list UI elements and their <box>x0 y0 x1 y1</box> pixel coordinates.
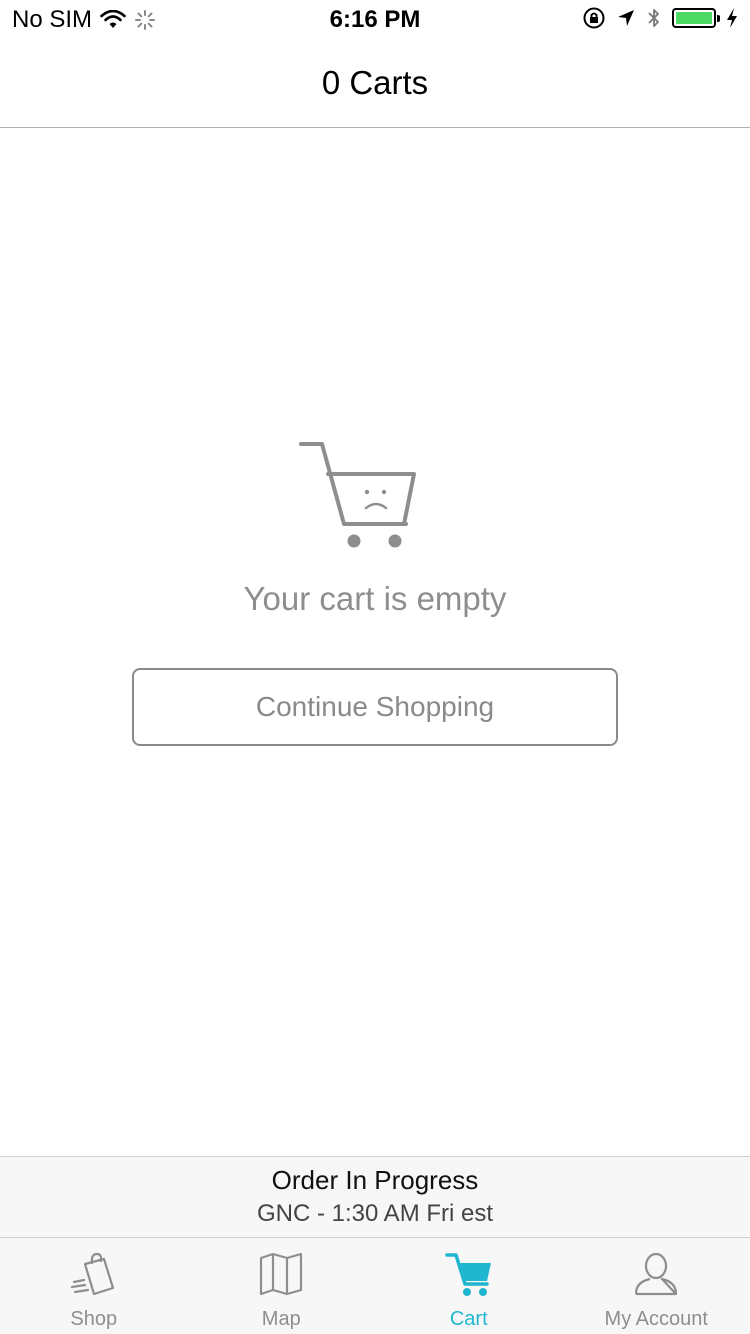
account-icon <box>635 1252 678 1296</box>
map-icon <box>260 1252 303 1296</box>
charging-bolt-icon <box>727 8 737 28</box>
tab-cart-label: Cart <box>449 1308 488 1330</box>
tab-shop-label: Shop <box>70 1308 118 1330</box>
bluetooth-icon <box>648 9 659 27</box>
status-bar: No SIM 6:16 PM <box>0 0 750 40</box>
order-in-progress-banner[interactable]: Order In Progress GNC - 1:30 AM Fri est <box>0 1156 750 1238</box>
tab-shop[interactable]: Shop <box>0 1238 188 1334</box>
tab-bar: Shop Map Cart My Account <box>0 1238 750 1334</box>
navigation-bar: 0 Carts <box>0 40 750 128</box>
cart-screen: No SIM 6:16 PM 0 Carts Your cart is empt… <box>0 0 750 1334</box>
rotation-lock-icon <box>583 7 605 29</box>
battery-icon <box>672 8 720 28</box>
status-right <box>582 6 738 30</box>
empty-cart-message: Your cart is empty <box>243 580 507 617</box>
sad-cart-icon <box>299 442 416 548</box>
tab-my-account[interactable]: My Account <box>563 1238 750 1334</box>
tab-map[interactable]: Map <box>188 1238 376 1334</box>
tab-my-account-label: My Account <box>604 1308 708 1330</box>
order-banner-title: Order In Progress <box>271 1165 479 1195</box>
cart-icon <box>445 1253 491 1296</box>
page-title: 0 Carts <box>321 64 429 101</box>
order-banner-subtitle: GNC - 1:30 AM Fri est <box>256 1200 494 1227</box>
shopping-bag-icon <box>70 1252 114 1296</box>
tab-cart[interactable]: Cart <box>375 1238 563 1334</box>
tab-map-label: Map <box>261 1308 301 1330</box>
battery-tip <box>717 15 720 22</box>
continue-shopping-button[interactable]: Continue Shopping <box>132 668 618 746</box>
location-arrow-icon <box>618 10 634 26</box>
battery-level <box>676 12 712 24</box>
